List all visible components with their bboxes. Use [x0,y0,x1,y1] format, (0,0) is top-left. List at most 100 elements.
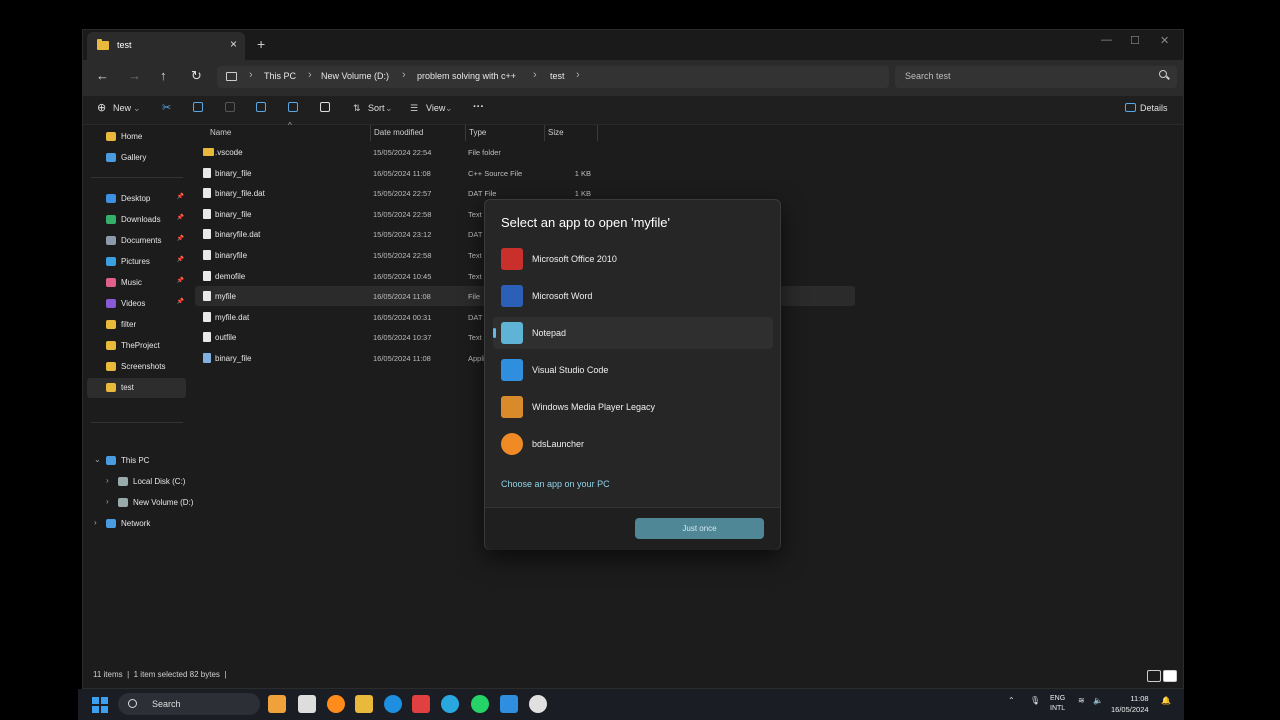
app-option-office-2010[interactable]: Microsoft Office 2010 [493,243,773,275]
sidebar-item-screenshots[interactable]: Screenshots [87,357,186,377]
app-option-bdslauncher[interactable]: bdsLauncher [493,428,773,460]
sidebar-item-network[interactable]: › Network [87,514,186,534]
column-size[interactable]: Size [548,128,564,137]
file-row[interactable]: .vscode 15/05/2024 22:54 File folder [195,142,855,162]
pictures-icon [106,257,116,266]
sidebar-item-pictures[interactable]: Pictures 📌 [87,252,186,272]
sidebar-item-label: Music [121,278,142,287]
store-icon[interactable] [412,695,430,713]
browser-icon[interactable] [327,695,345,713]
breadcrumb-this-pc[interactable]: This PC [264,71,296,81]
app-option-label: Microsoft Word [532,291,593,301]
refresh-button[interactable]: ↻ [191,68,202,84]
new-tab-button[interactable]: + [257,36,265,52]
telegram-icon[interactable] [441,695,459,713]
forward-button[interactable]: → [128,68,141,83]
back-button[interactable]: ← [96,68,109,83]
sidebar-item-gallery[interactable]: Gallery [87,148,186,168]
chevron-right-icon[interactable]: › [106,476,109,485]
column-name[interactable]: Name [210,128,231,137]
folder-icon [106,383,116,392]
up-button[interactable]: ↑ [160,68,167,83]
app-option-vscode[interactable]: Visual Studio Code [493,354,773,386]
rename-icon[interactable] [256,102,266,112]
tiles-view-icon[interactable] [1163,670,1177,682]
choose-app-link[interactable]: Choose an app on your PC [501,479,610,489]
details-view-icon[interactable] [1147,670,1161,682]
tab-test[interactable]: test × [87,32,245,60]
sort-button[interactable]: Sort [368,103,385,113]
sidebar-item-documents[interactable]: Documents 📌 [87,231,186,251]
file-explorer-icon[interactable] [355,695,373,713]
delete-icon[interactable] [320,102,330,112]
taskbar-search-input[interactable]: Search [118,693,260,715]
dialog-footer: Just once [485,507,780,550]
app-option-media-player[interactable]: Windows Media Player Legacy [493,391,773,423]
paste-icon[interactable] [225,102,235,112]
vscode-icon [501,359,523,381]
wifi-icon[interactable]: ≋ [1078,696,1085,705]
sidebar-item-label: filter [121,320,137,329]
tab-close-icon[interactable]: × [230,37,237,51]
sidebar-item-theproject[interactable]: TheProject [87,336,186,356]
file-date: 15/05/2024 23:12 [373,230,432,240]
chevron-right-icon[interactable]: › [106,497,109,506]
task-view-icon[interactable] [298,695,316,713]
status-bar: 11 items | 1 item selected 82 bytes | [93,670,226,679]
widgets-icon[interactable] [268,695,286,713]
view-button[interactable]: View [426,103,445,113]
close-button[interactable]: ✕ [1160,34,1169,47]
date: 16/05/2024 [1111,705,1149,714]
share-icon[interactable] [288,102,298,112]
whatsapp-icon[interactable] [471,695,489,713]
copy-icon[interactable] [193,102,203,112]
chevron-down-icon[interactable]: ⌄ [94,455,101,464]
sidebar-item-new-volume-d[interactable]: › New Volume (D:) [87,493,193,513]
sidebar-item-filter[interactable]: filter [87,315,186,335]
status-separator: | [224,670,227,679]
local-disk-c-icon [118,477,128,486]
sidebar-item-local-disk-c[interactable]: › Local Disk (C:) [87,472,186,492]
new-button[interactable]: New [113,103,131,113]
column-date-modified[interactable]: Date modified [374,128,423,137]
app-option-word[interactable]: Microsoft Word [493,280,773,312]
address-bar[interactable]: › This PC › New Volume (D:) › problem so… [217,66,889,88]
chevron-right-icon[interactable]: › [94,518,97,527]
breadcrumb-new-volume[interactable]: New Volume (D:) [321,71,389,81]
bdslauncher-icon [501,433,523,455]
column-separator[interactable] [597,125,598,141]
breadcrumb-problem-solving[interactable]: problem solving with c++ [417,71,516,81]
chrome-icon[interactable] [529,695,547,713]
column-separator[interactable] [370,125,371,141]
breadcrumb-test[interactable]: test [550,71,565,81]
language-indicator[interactable]: ENG INTL [1050,694,1065,714]
sidebar-item-downloads[interactable]: Downloads 📌 [87,210,186,230]
cut-icon[interactable]: ✂ [162,101,171,114]
details-button[interactable]: Details [1140,103,1168,113]
home-icon [106,132,116,141]
maximize-button[interactable]: ☐ [1130,34,1140,47]
start-button[interactable] [92,697,108,713]
sidebar-item-videos[interactable]: Videos 📌 [87,294,186,314]
sidebar-item-desktop[interactable]: Desktop 📌 [87,189,186,209]
sidebar-item-test[interactable]: test [87,378,186,398]
search-input[interactable]: Search test [895,66,1177,88]
more-options-button[interactable]: ··· [473,101,484,113]
notification-bell-icon[interactable]: 🔔 [1161,696,1171,705]
clock[interactable]: 11:08 16/05/2024 [1111,693,1149,715]
sidebar-item-this-pc[interactable]: ⌄ This PC [87,451,186,471]
file-row[interactable]: binary_file 16/05/2024 11:08 C++ Source Fi… [195,163,855,183]
microphone-icon[interactable]: 🎙 [1030,696,1040,705]
minimize-button[interactable]: — [1101,34,1112,46]
sidebar-item-home[interactable]: Home [87,127,186,147]
vscode-icon[interactable] [500,695,518,713]
edge-icon[interactable] [384,695,402,713]
app-option-notepad[interactable]: Notepad [493,317,773,349]
just-once-button[interactable]: Just once [635,518,764,539]
chevron-up-icon[interactable]: ⌃ [1008,696,1015,705]
sidebar-item-music[interactable]: Music 📌 [87,273,186,293]
volume-icon[interactable]: 🔈 [1093,696,1103,705]
column-separator[interactable] [465,125,466,141]
column-type[interactable]: Type [469,128,486,137]
column-separator[interactable] [544,125,545,141]
